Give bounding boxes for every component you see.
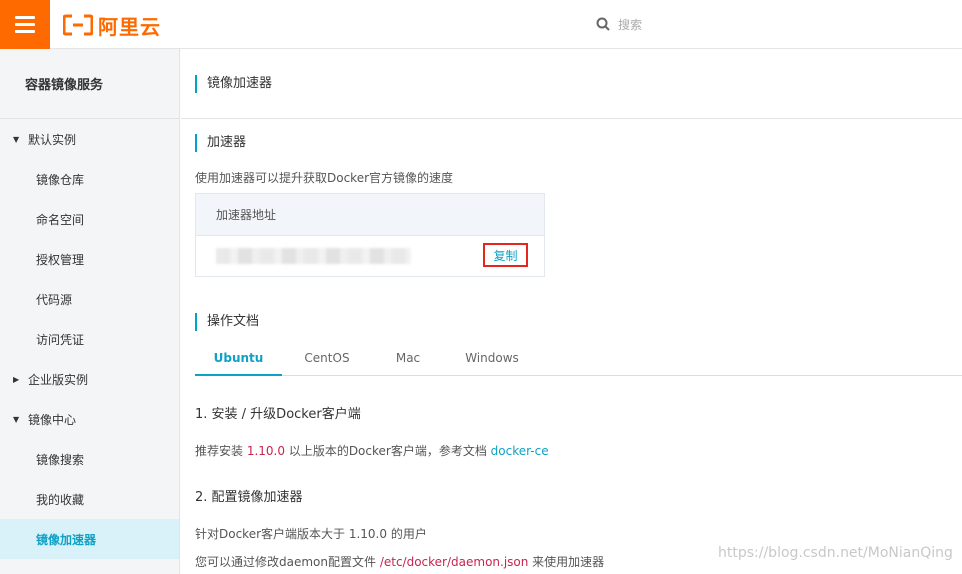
tab-mac[interactable]: Mac bbox=[372, 351, 444, 376]
sidebar-item-repositories[interactable]: 镜像仓库 bbox=[0, 159, 179, 199]
aliyun-logo-icon bbox=[63, 14, 93, 36]
caret-down-icon: ▼ bbox=[13, 134, 20, 144]
sidebar-group-enterprise-instance[interactable]: ▶ 企业版实例 bbox=[0, 359, 179, 399]
caret-right-icon: ▶ bbox=[13, 374, 20, 384]
sidebar-group-image-center[interactable]: ▼ 镜像中心 bbox=[0, 399, 179, 439]
step2-line2: 您可以通过修改daemon配置文件 /etc/docker/daemon.jso… bbox=[195, 553, 604, 570]
sidebar-group-default-instance[interactable]: ▼ 默认实例 bbox=[0, 119, 179, 159]
sidebar-item-favorites[interactable]: 我的收藏 bbox=[0, 479, 179, 519]
sidebar-item-namespaces[interactable]: 命名空间 bbox=[0, 199, 179, 239]
sidebar-group-label: 默认实例 bbox=[28, 132, 77, 147]
step1-version: 1.10.0 bbox=[246, 444, 285, 458]
daemon-json-path: /etc/docker/daemon.json bbox=[379, 555, 529, 569]
sidebar-item-credentials[interactable]: 访问凭证 bbox=[0, 319, 179, 359]
step1-prefix: 推荐安装 bbox=[195, 444, 247, 458]
os-tabs: Ubuntu CentOS Mac Windows bbox=[195, 351, 962, 376]
accelerator-description: 使用加速器可以提升获取Docker官方镜像的速度 bbox=[195, 171, 454, 185]
accelerator-address-header: 加速器地址 bbox=[196, 194, 544, 236]
logo-text: 阿里云 bbox=[98, 14, 161, 39]
sidebar-item-authorization[interactable]: 授权管理 bbox=[0, 239, 179, 279]
step2-line1: 针对Docker客户端版本大于 1.10.0 的用户 bbox=[195, 527, 427, 541]
top-bar: 阿里云 搜索 bbox=[0, 0, 962, 49]
sidebar-title: 容器镜像服务 bbox=[0, 49, 179, 119]
step2-line2-prefix: 您可以通过修改daemon配置文件 bbox=[195, 555, 380, 569]
step1-text: 推荐安装 1.10.0 以上版本的Docker客户端，参考文档 docker-c… bbox=[195, 442, 549, 459]
menu-icon[interactable] bbox=[0, 0, 50, 49]
sidebar-item-image-search[interactable]: 镜像搜索 bbox=[0, 439, 179, 479]
page-title: 镜像加速器 bbox=[195, 74, 272, 93]
accelerator-section-title: 加速器 bbox=[195, 134, 246, 152]
sidebar-item-accelerator[interactable]: 镜像加速器 bbox=[0, 519, 179, 559]
aliyun-logo[interactable]: 阿里云 bbox=[63, 12, 161, 39]
search-box[interactable]: 搜索 bbox=[596, 14, 642, 34]
sidebar-group-label: 企业版实例 bbox=[28, 372, 89, 387]
step2-line2-suffix: 来使用加速器 bbox=[528, 555, 605, 569]
docs-section-title: 操作文档 bbox=[195, 313, 259, 331]
page-header: 镜像加速器 bbox=[181, 49, 962, 119]
watermark: https://blog.csdn.net/MoNianQing bbox=[718, 545, 953, 561]
step1-title: 1. 安装 / 升级Docker客户端 bbox=[195, 407, 361, 422]
search-icon bbox=[596, 17, 610, 31]
caret-down-icon: ▼ bbox=[13, 414, 20, 424]
main-content: 镜像加速器 加速器 使用加速器可以提升获取Docker官方镜像的速度 加速器地址… bbox=[181, 49, 962, 574]
accelerator-address-redacted bbox=[216, 248, 411, 264]
accelerator-address-row: 复制 bbox=[196, 236, 544, 276]
tab-windows[interactable]: Windows bbox=[444, 351, 540, 376]
sidebar: 容器镜像服务 ▼ 默认实例 镜像仓库 命名空间 授权管理 代码源 访问凭证 ▶ … bbox=[0, 49, 180, 574]
sidebar-item-code-source[interactable]: 代码源 bbox=[0, 279, 179, 319]
accelerator-address-box: 加速器地址 复制 bbox=[195, 193, 545, 277]
search-input[interactable]: 搜索 bbox=[618, 16, 642, 33]
docker-ce-link[interactable]: docker-ce bbox=[491, 444, 549, 458]
step1-mid: 以上版本的Docker客户端，参考文档 bbox=[285, 444, 491, 458]
copy-button[interactable]: 复制 bbox=[483, 243, 528, 267]
tab-centos[interactable]: CentOS bbox=[282, 351, 372, 376]
step2-title: 2. 配置镜像加速器 bbox=[195, 490, 303, 505]
tab-ubuntu[interactable]: Ubuntu bbox=[195, 351, 282, 376]
sidebar-group-label: 镜像中心 bbox=[28, 412, 77, 427]
